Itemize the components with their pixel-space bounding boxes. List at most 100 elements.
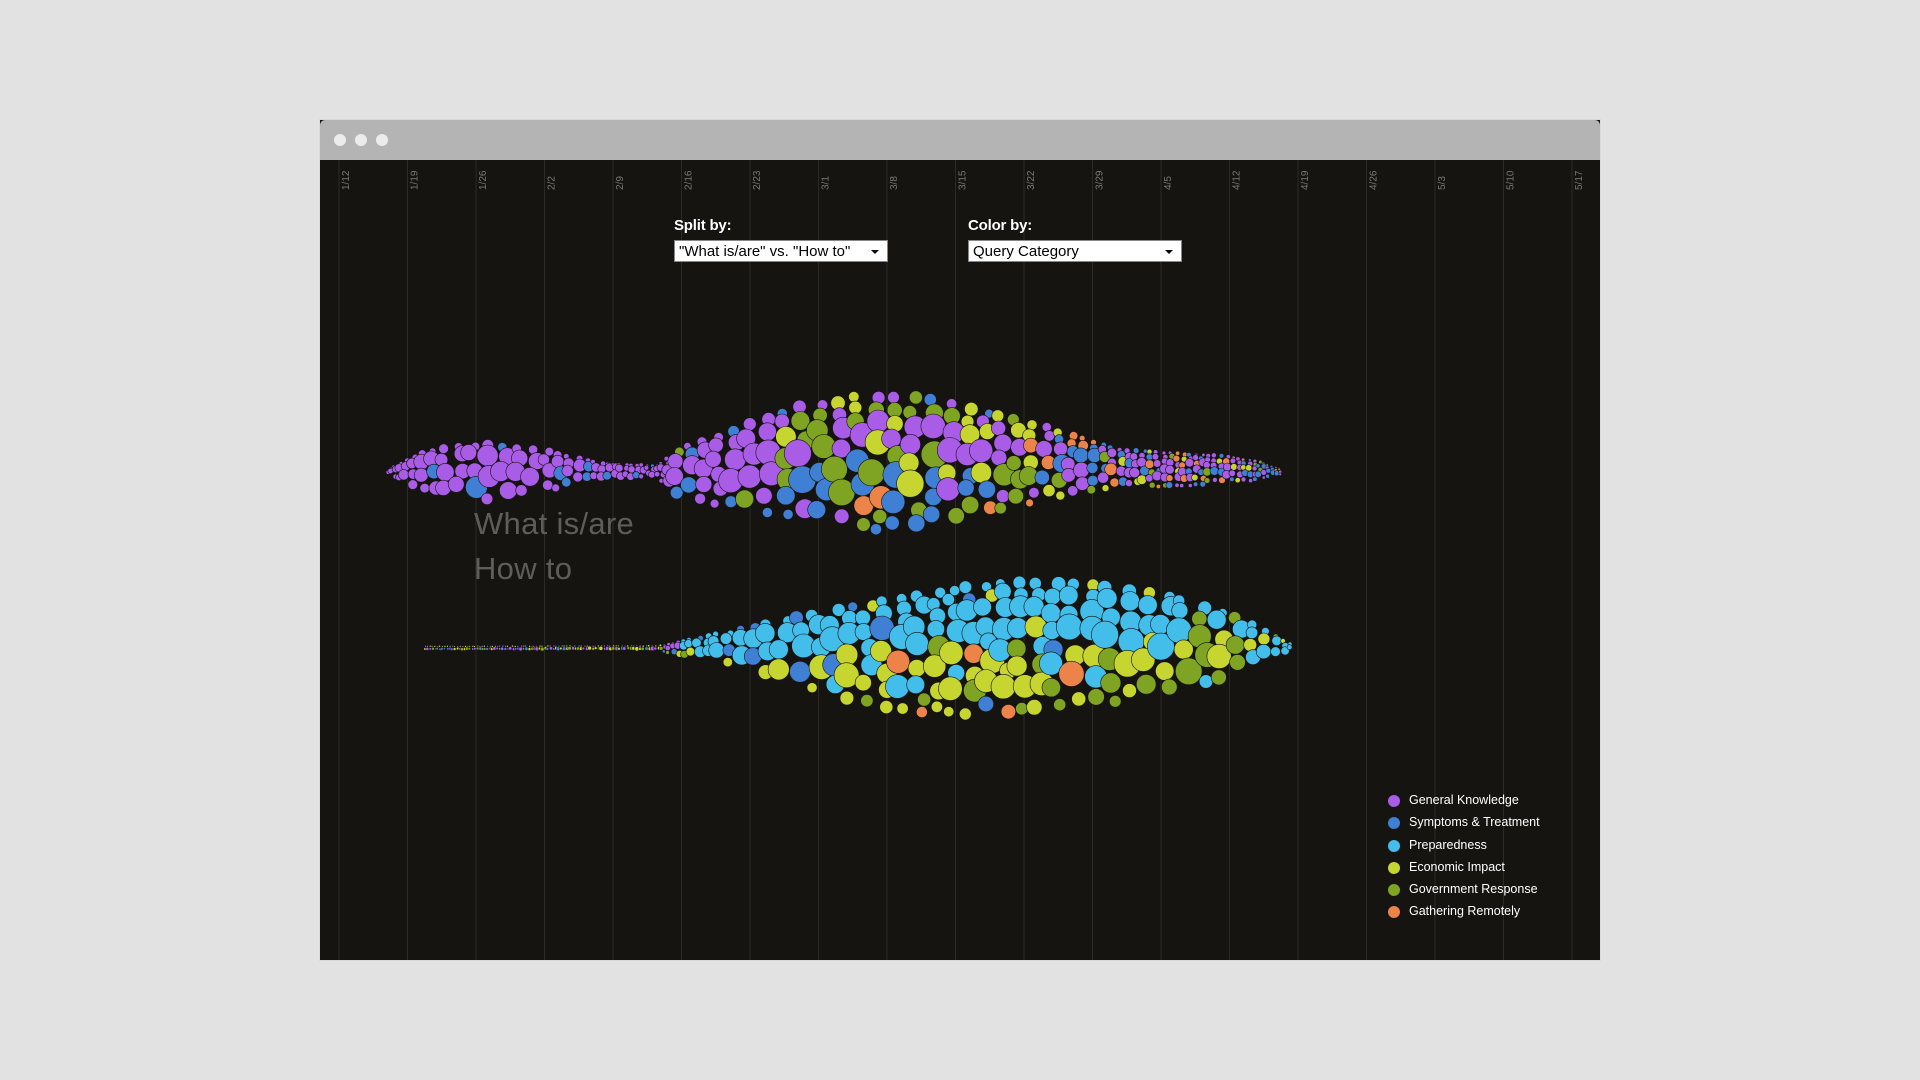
query-bubble[interactable]	[559, 646, 563, 651]
query-bubble[interactable]	[1166, 617, 1192, 644]
query-bubble[interactable]	[583, 644, 587, 648]
query-bubble[interactable]	[500, 646, 505, 651]
query-bubble[interactable]	[1006, 638, 1027, 659]
query-bubble[interactable]	[1230, 463, 1238, 471]
query-bubble[interactable]	[542, 479, 554, 491]
query-bubble[interactable]	[643, 465, 650, 471]
query-bubble[interactable]	[503, 647, 508, 651]
query-bubble[interactable]	[443, 645, 447, 648]
query-bubble[interactable]	[1025, 498, 1034, 508]
query-bubble[interactable]	[638, 473, 644, 480]
query-bubble[interactable]	[622, 646, 627, 651]
query-bubble[interactable]	[1278, 472, 1282, 476]
query-bubble[interactable]	[1175, 450, 1181, 456]
query-bubble[interactable]	[1271, 635, 1282, 646]
query-bubble[interactable]	[513, 645, 517, 648]
maximize-window-button[interactable]	[376, 134, 388, 146]
query-bubble[interactable]	[520, 467, 540, 487]
query-bubble[interactable]	[551, 483, 560, 493]
query-bubble[interactable]	[1026, 419, 1038, 431]
query-bubble[interactable]	[602, 471, 612, 481]
query-bubble[interactable]	[920, 413, 946, 439]
query-bubble[interactable]	[460, 444, 477, 461]
query-bubble[interactable]	[896, 469, 925, 498]
query-bubble[interactable]	[789, 660, 811, 683]
query-bubble[interactable]	[1234, 477, 1241, 484]
query-bubble[interactable]	[724, 495, 738, 508]
query-bubble[interactable]	[708, 437, 724, 453]
query-bubble[interactable]	[1087, 475, 1099, 487]
query-bubble[interactable]	[545, 647, 550, 651]
query-bubble[interactable]	[1043, 587, 1061, 605]
query-bubble[interactable]	[1153, 459, 1162, 468]
query-bubble[interactable]	[848, 400, 863, 415]
query-bubble[interactable]	[939, 640, 964, 666]
query-bubble[interactable]	[1091, 620, 1119, 649]
query-bubble[interactable]	[659, 646, 664, 651]
query-bubble[interactable]	[1006, 455, 1022, 471]
split-by-dropdown[interactable]: "What is/are" vs. "How to"	[674, 240, 888, 262]
query-bubble[interactable]	[653, 646, 658, 651]
query-bubble[interactable]	[1245, 626, 1259, 639]
query-bubble[interactable]	[1144, 459, 1155, 469]
query-bubble[interactable]	[917, 692, 931, 707]
query-bubble[interactable]	[615, 463, 624, 473]
query-bubble[interactable]	[1229, 476, 1235, 482]
query-bubble[interactable]	[413, 467, 429, 483]
query-bubble[interactable]	[1129, 452, 1138, 461]
query-bubble[interactable]	[1087, 688, 1105, 706]
query-bubble[interactable]	[704, 450, 722, 468]
query-bubble[interactable]	[1122, 683, 1137, 698]
query-bubble[interactable]	[1125, 479, 1133, 487]
query-bubble[interactable]	[561, 477, 572, 488]
query-bubble[interactable]	[567, 646, 572, 651]
query-bubble[interactable]	[475, 646, 480, 651]
query-bubble[interactable]	[1192, 454, 1199, 461]
query-bubble[interactable]	[993, 433, 1013, 453]
query-bubble[interactable]	[1151, 453, 1160, 461]
query-bubble[interactable]	[947, 507, 965, 525]
query-bubble[interactable]	[1015, 702, 1029, 716]
query-bubble[interactable]	[1108, 695, 1122, 708]
query-bubble[interactable]	[1206, 609, 1227, 630]
query-bubble[interactable]	[524, 646, 529, 651]
query-bubble[interactable]	[1148, 481, 1156, 489]
query-bubble[interactable]	[1161, 678, 1178, 696]
query-bubble[interactable]	[1026, 699, 1043, 716]
query-bubble[interactable]	[1229, 457, 1237, 465]
query-bubble[interactable]	[719, 632, 733, 645]
query-bubble[interactable]	[572, 471, 584, 483]
query-bubble[interactable]	[896, 702, 909, 715]
query-bubble[interactable]	[407, 479, 419, 490]
query-bubble[interactable]	[870, 523, 882, 536]
query-bubble[interactable]	[885, 674, 910, 699]
query-bubble[interactable]	[654, 471, 661, 478]
query-bubble[interactable]	[640, 646, 645, 651]
query-bubble[interactable]	[1257, 632, 1271, 646]
close-window-button[interactable]	[334, 134, 346, 146]
query-bubble[interactable]	[722, 657, 733, 668]
query-bubble[interactable]	[1028, 487, 1040, 499]
query-bubble[interactable]	[1171, 602, 1189, 619]
query-bubble[interactable]	[1135, 674, 1157, 695]
query-bubble[interactable]	[1187, 483, 1193, 488]
query-bubble[interactable]	[667, 453, 684, 470]
query-bubble[interactable]	[1071, 691, 1087, 707]
query-bubble[interactable]	[616, 644, 620, 648]
query-bubble[interactable]	[1174, 482, 1180, 488]
query-bubble[interactable]	[440, 647, 444, 651]
query-bubble[interactable]	[1210, 669, 1227, 686]
query-bubble[interactable]	[821, 455, 848, 483]
query-bubble[interactable]	[685, 646, 696, 657]
query-bubble[interactable]	[806, 682, 818, 694]
query-bubble[interactable]	[1225, 635, 1245, 655]
query-bubble[interactable]	[1203, 477, 1211, 484]
query-bubble[interactable]	[1073, 461, 1090, 479]
query-bubble[interactable]	[1073, 447, 1089, 464]
query-bubble[interactable]	[419, 483, 430, 494]
query-bubble[interactable]	[1106, 447, 1117, 458]
query-bubble[interactable]	[1119, 591, 1140, 612]
query-bubble[interactable]	[834, 508, 850, 524]
query-bubble[interactable]	[431, 646, 435, 651]
query-bubble[interactable]	[938, 676, 963, 701]
